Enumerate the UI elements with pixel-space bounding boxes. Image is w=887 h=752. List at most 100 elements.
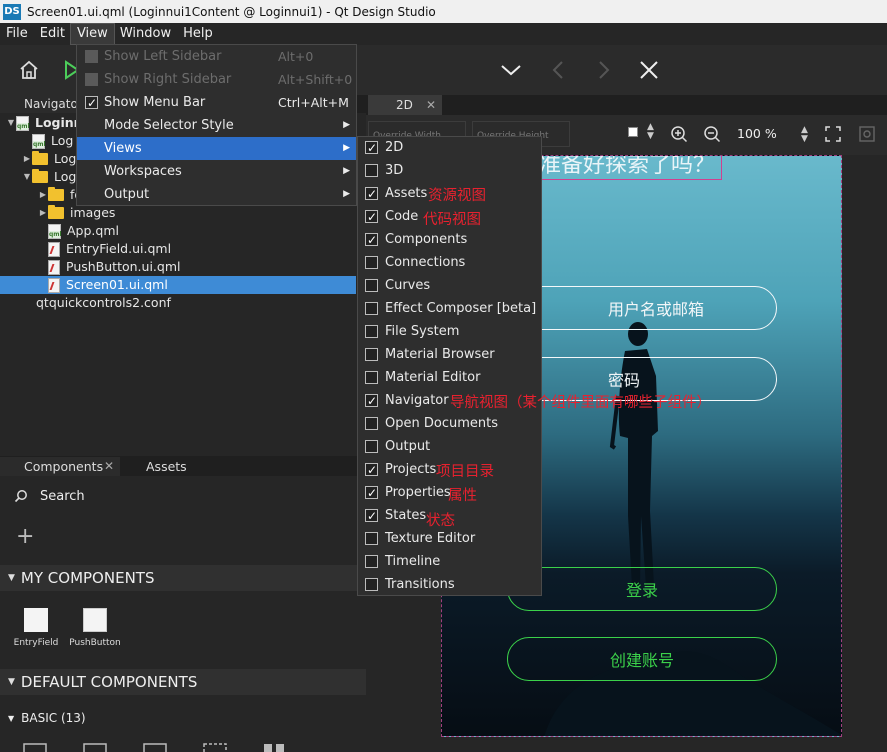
basic-category-header[interactable]: ▼ BASIC (13) [0, 708, 366, 728]
views-item-components[interactable]: Components [358, 228, 541, 252]
menu-edit[interactable]: Edit [34, 24, 71, 44]
views-item-label: Properties [385, 485, 451, 500]
views-item-open-documents[interactable]: Open Documents [358, 412, 541, 435]
menu-help[interactable]: Help [177, 24, 219, 44]
ui-file-icon [48, 259, 60, 275]
zoom-stepper-icon[interactable]: ▲ ▼ [801, 126, 808, 144]
tab-2d[interactable]: 2D ✕ [368, 95, 442, 115]
view-menu-item-workspaces[interactable]: Workspaces ▶ [77, 160, 356, 183]
username-field[interactable]: 用户名或邮箱 [507, 286, 777, 330]
chevron-down-icon[interactable] [496, 55, 526, 85]
view-menu-item-show-right-sidebar[interactable]: Show Right Sidebar Alt+Shift+0 [77, 68, 356, 91]
entryfield-thumbnail [24, 608, 48, 632]
tree-item[interactable]: EntryField.ui.qml [0, 240, 356, 258]
views-item-label: Components [385, 232, 468, 247]
close-icon[interactable]: ✕ [426, 95, 436, 115]
zoom-level[interactable]: 100 % [737, 126, 777, 141]
views-item-output[interactable]: Output [358, 435, 541, 458]
reset-view-icon[interactable] [858, 125, 876, 143]
views-item-material-browser[interactable]: Material Browser [358, 343, 541, 366]
tree-item[interactable]: PushButton.ui.qml [0, 258, 356, 276]
background-color-icon[interactable] [628, 127, 638, 137]
login-button[interactable]: 登录 [507, 567, 777, 611]
views-item-texture-editor[interactable]: Texture Editor [358, 527, 541, 550]
views-item-material-editor[interactable]: Material Editor [358, 366, 541, 389]
close-icon[interactable]: ✕ [104, 457, 114, 476]
add-icon[interactable]: + [16, 526, 34, 548]
views-item-connections[interactable]: Connections [358, 251, 541, 274]
views-item-label: Open Documents [385, 416, 498, 431]
zoom-in-icon[interactable] [670, 125, 688, 143]
tree-item[interactable]: qtquickcontrols2.conf [0, 294, 356, 312]
shortcut-label: Alt+Shift+0 [278, 72, 353, 87]
search-icon [14, 490, 27, 503]
chevron-right-icon[interactable]: ▶ [22, 150, 32, 168]
tab-components-label: Components [24, 459, 104, 474]
menu-view[interactable]: View [69, 23, 115, 45]
views-item-label: Assets [385, 186, 428, 201]
chevron-down-icon[interactable]: ▼ [6, 114, 16, 132]
checkbox-icon [85, 50, 98, 63]
my-components-label: MY COMPONENTS [20, 569, 155, 587]
home-icon[interactable] [14, 55, 44, 85]
views-item-effect-composer-beta[interactable]: Effect Composer [beta] [358, 297, 541, 320]
component-entryfield[interactable]: EntryField [6, 608, 66, 648]
tree-item-label: App.qml [67, 223, 119, 238]
fit-to-view-icon[interactable] [824, 125, 842, 143]
collapse-triangle-icon: ▼ [8, 713, 15, 723]
tree-item[interactable]: Screen01.ui.qml [0, 276, 356, 294]
tab-assets[interactable]: Assets [122, 457, 206, 476]
tree-item[interactable]: App.qml [0, 222, 356, 240]
views-item-3d[interactable]: 3D [358, 159, 541, 182]
checkbox-icon [365, 390, 378, 413]
annotation-navigator: 导航视图（某个组件里面有哪些子组件） [450, 395, 711, 411]
views-item-label: Navigator [385, 393, 449, 408]
views-item-curves[interactable]: Curves [358, 274, 541, 297]
tab-2d-label: 2D [396, 98, 413, 112]
view-menu-item-show-left-sidebar[interactable]: Show Left Sidebar Alt+0 [77, 45, 356, 68]
views-item-label: Material Editor [385, 370, 481, 385]
forward-arrow-icon[interactable] [588, 55, 618, 85]
checkbox-icon [365, 505, 378, 528]
chevron-down-icon[interactable]: ▼ [22, 168, 32, 186]
folder-icon [48, 205, 64, 219]
annotation-projects: 项目目录 [436, 464, 494, 480]
views-item-label: Projects [385, 462, 437, 477]
close-icon[interactable] [634, 55, 664, 85]
stepper-icon[interactable]: ▲ ▼ [647, 123, 654, 141]
my-components-header[interactable]: ▼ MY COMPONENTS [0, 565, 366, 591]
views-item-label: Code [385, 209, 419, 224]
checkbox-icon [85, 73, 98, 86]
view-menu-item-views[interactable]: Views ▶ [77, 137, 356, 160]
checkbox-icon [365, 302, 378, 315]
menu-file[interactable]: File [0, 24, 34, 44]
views-item-transitions[interactable]: Transitions [358, 573, 541, 596]
checkbox-icon [365, 482, 378, 505]
views-item-label: Timeline [385, 554, 441, 569]
create-account-button-label: 创建账号 [609, 651, 674, 670]
views-item-2d[interactable]: 2D [358, 136, 541, 160]
chevron-right-icon[interactable]: ▶ [38, 204, 48, 222]
view-menu-item-show-menu-bar[interactable]: Show Menu Bar Ctrl+Alt+M [77, 91, 356, 115]
menu-window[interactable]: Window [114, 24, 177, 44]
checkbox-icon [365, 459, 378, 482]
view-menu-item-output[interactable]: Output ▶ [77, 183, 356, 206]
tree-item[interactable]: ▶ images [0, 204, 356, 222]
component-pushbutton[interactable]: PushButton [65, 608, 125, 648]
view-menu-item-mode-selector-style[interactable]: Mode Selector Style ▶ [77, 114, 356, 137]
back-arrow-icon[interactable] [544, 55, 574, 85]
create-account-button[interactable]: 创建账号 [507, 637, 777, 681]
views-item-label: Transitions [385, 577, 455, 592]
checkbox-icon [365, 578, 378, 591]
checkbox-icon [365, 532, 378, 545]
search-input[interactable]: Search [0, 482, 366, 510]
views-item-label: Output [385, 439, 431, 454]
views-item-file-system[interactable]: File System [358, 320, 541, 343]
checkbox-icon [365, 279, 378, 292]
views-item-timeline[interactable]: Timeline [358, 550, 541, 573]
chevron-right-icon[interactable]: ▶ [38, 186, 48, 204]
default-components-header[interactable]: ▼ DEFAULT COMPONENTS [0, 669, 366, 695]
zoom-out-icon[interactable] [703, 125, 721, 143]
tab-components[interactable]: Components ✕ [0, 457, 120, 476]
checkbox-icon [365, 440, 378, 453]
